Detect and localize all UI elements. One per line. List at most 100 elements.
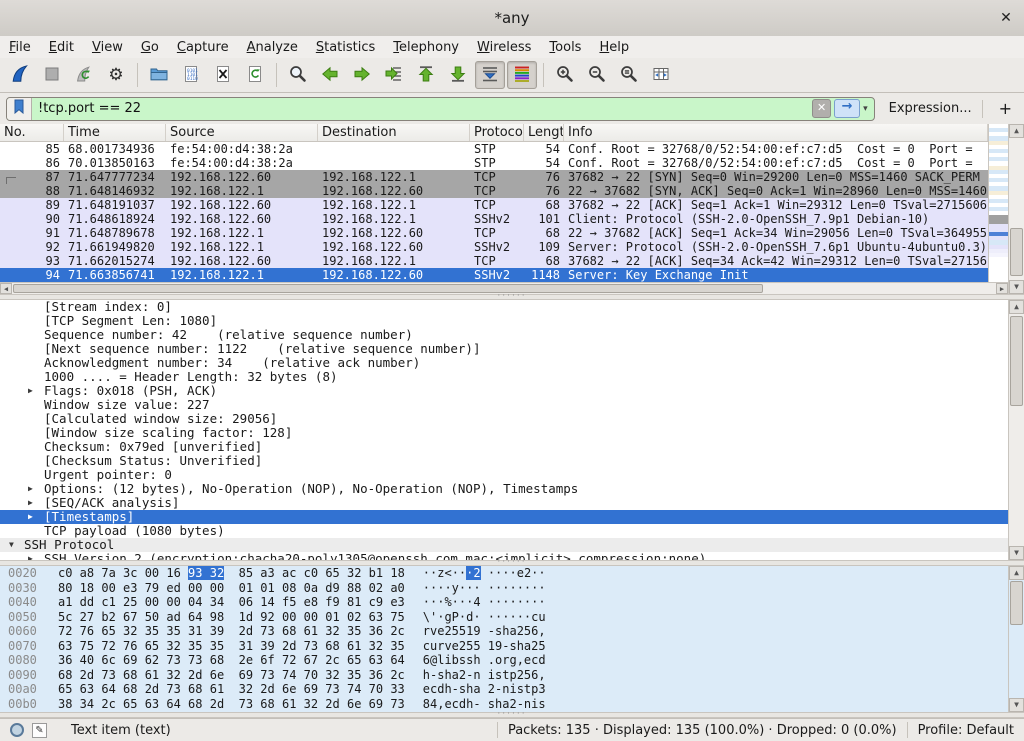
column-header-info[interactable]: Info bbox=[564, 124, 988, 141]
resize-columns-button[interactable] bbox=[646, 61, 676, 89]
tree-item[interactable]: [Stream index: 0] bbox=[0, 300, 1008, 314]
tree-item[interactable]: [Checksum Status: Unverified] bbox=[0, 454, 1008, 468]
menu-go[interactable]: Go bbox=[132, 38, 168, 57]
column-header-destination[interactable]: Destination bbox=[318, 124, 470, 141]
menu-tools[interactable]: Tools bbox=[540, 38, 590, 57]
scroll-up-icon[interactable]: ▲ bbox=[1009, 566, 1024, 580]
tree-item[interactable]: Urgent pointer: 0 bbox=[0, 468, 1008, 482]
column-header-time[interactable]: Time bbox=[64, 124, 166, 141]
tree-item[interactable]: [TCP Segment Len: 1080] bbox=[0, 314, 1008, 328]
zoom-original-button[interactable] bbox=[614, 61, 644, 89]
scroll-down-icon[interactable]: ▼ bbox=[1009, 280, 1024, 294]
scroll-down-icon[interactable]: ▼ bbox=[1009, 546, 1024, 560]
packet-row-85[interactable]: 8568.001734936fe:54:00:d4:38:2aSTP54Conf… bbox=[0, 142, 988, 156]
expand-icon[interactable]: ▶ bbox=[28, 510, 33, 524]
scrollbar-thumb[interactable] bbox=[1010, 228, 1023, 276]
tree-item[interactable]: [Calculated window size: 29056] bbox=[0, 412, 1008, 426]
expand-icon[interactable]: ▶ bbox=[28, 482, 33, 496]
column-header-length[interactable]: Length bbox=[524, 124, 564, 141]
packet-row-93[interactable]: 9371.662015274192.168.122.60192.168.122.… bbox=[0, 254, 988, 268]
hex-row-0070[interactable]: 007063 75 72 76 65 32 35 35 31 39 2d 73 … bbox=[0, 639, 1024, 654]
expression-button[interactable]: Expression... bbox=[889, 101, 972, 116]
menu-analyze[interactable]: Analyze bbox=[238, 38, 307, 57]
open-file-button[interactable] bbox=[144, 61, 174, 89]
menu-file[interactable]: File bbox=[0, 38, 40, 57]
bytes-vscrollbar[interactable]: ▲ ▼ bbox=[1008, 566, 1024, 712]
hex-row-0020[interactable]: 0020c0 a8 7a 3c 00 16 93 32 85 a3 ac c0 … bbox=[0, 566, 1024, 581]
tree-item[interactable]: [Next sequence number: 1122 (relative se… bbox=[0, 342, 1008, 356]
collapse-icon[interactable]: ▼ bbox=[9, 538, 14, 552]
details-vscrollbar[interactable]: ▲ ▼ bbox=[1008, 300, 1024, 560]
stop-capture-button[interactable] bbox=[37, 61, 67, 89]
menu-view[interactable]: View bbox=[83, 38, 132, 57]
tree-item[interactable]: Window size value: 227 bbox=[0, 398, 1008, 412]
scroll-right-icon[interactable]: ▶ bbox=[996, 283, 1008, 294]
zoom-in-button[interactable] bbox=[550, 61, 580, 89]
hex-row-0050[interactable]: 00505c 27 b2 67 50 ad 64 98 1d 92 00 00 … bbox=[0, 610, 1024, 625]
tree-item[interactable]: Sequence number: 42 (relative sequence n… bbox=[0, 328, 1008, 342]
tree-item[interactable]: ▶[Timestamps] bbox=[0, 510, 1008, 524]
hex-row-00a0[interactable]: 00a065 63 64 68 2d 73 68 61 32 2d 6e 69 … bbox=[0, 682, 1024, 697]
filter-dropdown-caret[interactable]: ▾ bbox=[863, 104, 868, 114]
expand-icon[interactable]: ▶ bbox=[28, 384, 33, 398]
intelligent-scrollbar-minimap[interactable] bbox=[988, 124, 1008, 282]
scroll-up-icon[interactable]: ▲ bbox=[1009, 124, 1024, 138]
tree-item[interactable]: ▼SSH Protocol bbox=[0, 538, 1008, 552]
save-file-button[interactable]: 010111010110 bbox=[176, 61, 206, 89]
scroll-left-icon[interactable]: ◀ bbox=[0, 283, 12, 294]
expand-icon[interactable]: ▶ bbox=[28, 496, 33, 510]
filter-apply-button[interactable]: → bbox=[834, 99, 860, 118]
packet-row-87[interactable]: 8771.647777234192.168.122.60192.168.122.… bbox=[0, 170, 988, 184]
display-filter-box[interactable]: ✕ → ▾ bbox=[6, 97, 875, 121]
hex-row-0090[interactable]: 009068 2d 73 68 61 32 2d 6e 69 73 74 70 … bbox=[0, 668, 1024, 683]
go-bottom-button[interactable] bbox=[443, 61, 473, 89]
menu-capture[interactable]: Capture bbox=[168, 38, 238, 57]
capture-comment-icon[interactable]: ✎ bbox=[32, 723, 47, 738]
hex-row-0040[interactable]: 0040a1 dd c1 25 00 00 04 34 06 14 f5 e8 … bbox=[0, 595, 1024, 610]
hex-row-0060[interactable]: 006072 76 65 32 35 35 31 39 2d 73 68 61 … bbox=[0, 624, 1024, 639]
packet-row-88[interactable]: 8871.648146932192.168.122.1192.168.122.6… bbox=[0, 184, 988, 198]
scrollbar-thumb[interactable] bbox=[13, 284, 763, 293]
column-header-no[interactable]: No. bbox=[0, 124, 64, 141]
close-window-button[interactable]: ✕ bbox=[996, 8, 1016, 28]
filter-clear-button[interactable]: ✕ bbox=[812, 99, 831, 118]
display-filter-input[interactable] bbox=[32, 98, 812, 120]
scroll-up-icon[interactable]: ▲ bbox=[1009, 300, 1024, 314]
start-capture-button[interactable] bbox=[5, 61, 35, 89]
menu-statistics[interactable]: Statistics bbox=[307, 38, 384, 57]
expert-info-icon[interactable] bbox=[10, 723, 24, 737]
go-back-button[interactable] bbox=[315, 61, 345, 89]
packet-row-94[interactable]: 9471.663856741192.168.122.1192.168.122.6… bbox=[0, 268, 988, 282]
reload-file-button[interactable] bbox=[240, 61, 270, 89]
column-header-source[interactable]: Source bbox=[166, 124, 318, 141]
restart-capture-button[interactable] bbox=[69, 61, 99, 89]
go-to-packet-button[interactable] bbox=[379, 61, 409, 89]
tree-item[interactable]: TCP payload (1080 bytes) bbox=[0, 524, 1008, 538]
tree-item[interactable]: ▶Options: (12 bytes), No-Operation (NOP)… bbox=[0, 482, 1008, 496]
scroll-down-icon[interactable]: ▼ bbox=[1009, 698, 1024, 712]
hex-row-0080[interactable]: 008036 40 6c 69 62 73 73 68 2e 6f 72 67 … bbox=[0, 653, 1024, 668]
menu-help[interactable]: Help bbox=[590, 38, 638, 57]
packet-list-vscrollbar[interactable]: ▲ ▼ bbox=[1008, 124, 1024, 294]
zoom-out-button[interactable] bbox=[582, 61, 612, 89]
go-forward-button[interactable] bbox=[347, 61, 377, 89]
auto-scroll-button[interactable] bbox=[475, 61, 505, 89]
filter-bookmark-button[interactable] bbox=[7, 98, 32, 120]
packet-row-86[interactable]: 8670.013850163fe:54:00:d4:38:2aSTP54Conf… bbox=[0, 156, 988, 170]
close-file-button[interactable] bbox=[208, 61, 238, 89]
go-top-button[interactable] bbox=[411, 61, 441, 89]
add-filter-button[interactable]: + bbox=[993, 99, 1018, 118]
packet-row-91[interactable]: 9171.648789678192.168.122.1192.168.122.6… bbox=[0, 226, 988, 240]
tree-item[interactable]: ▶Flags: 0x018 (PSH, ACK) bbox=[0, 384, 1008, 398]
expand-icon[interactable]: ▶ bbox=[28, 552, 33, 560]
menu-edit[interactable]: Edit bbox=[40, 38, 83, 57]
tree-item[interactable]: Checksum: 0x79ed [unverified] bbox=[0, 440, 1008, 454]
column-header-protocol[interactable]: Protocol bbox=[470, 124, 524, 141]
tree-item[interactable]: Acknowledgment number: 34 (relative ack … bbox=[0, 356, 1008, 370]
tree-item[interactable]: 1000 .... = Header Length: 32 bytes (8) bbox=[0, 370, 1008, 384]
colorize-packets-button[interactable] bbox=[507, 61, 537, 89]
packet-row-90[interactable]: 9071.648618924192.168.122.60192.168.122.… bbox=[0, 212, 988, 226]
scrollbar-thumb[interactable] bbox=[1010, 316, 1023, 406]
title-bar[interactable]: *any ✕ bbox=[0, 0, 1024, 37]
capture-options-button[interactable]: ⚙ bbox=[101, 61, 131, 89]
